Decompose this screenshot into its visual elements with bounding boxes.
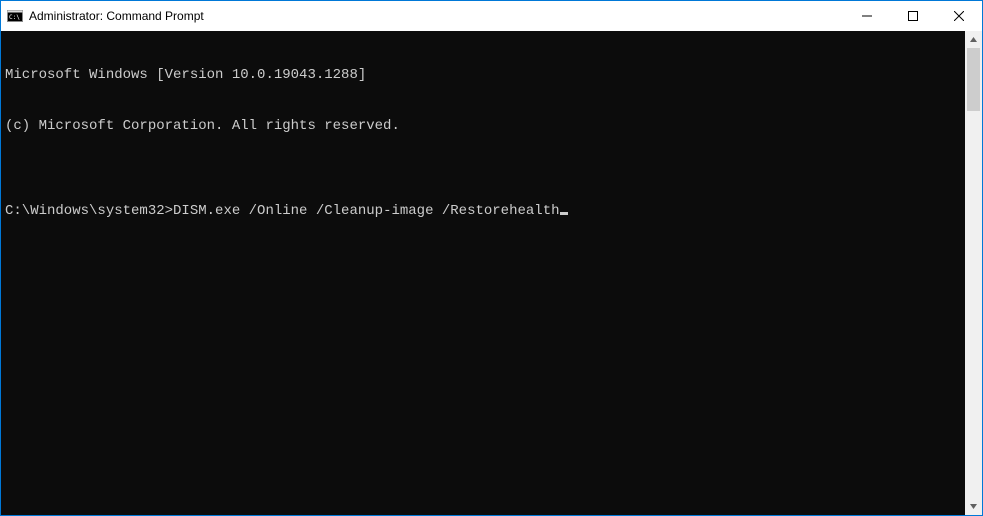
scroll-up-button[interactable]: [965, 31, 982, 48]
prompt-text: C:\Windows\system32>: [5, 203, 173, 219]
svg-text:C:\: C:\: [9, 14, 20, 21]
terminal-line: (c) Microsoft Corporation. All rights re…: [5, 118, 965, 135]
terminal-prompt-line: C:\Windows\system32>DISM.exe /Online /Cl…: [5, 203, 965, 220]
scroll-thumb[interactable]: [967, 48, 980, 111]
terminal-line: Microsoft Windows [Version 10.0.19043.12…: [5, 67, 965, 84]
vertical-scrollbar[interactable]: [965, 31, 982, 515]
command-prompt-window: C:\ Administrator: Command Prompt Micros…: [0, 0, 983, 516]
cursor-icon: [560, 212, 568, 215]
command-text: DISM.exe /Online /Cleanup-image /Restore…: [173, 203, 559, 219]
window-title: Administrator: Command Prompt: [29, 9, 204, 23]
close-button[interactable]: [936, 1, 982, 31]
minimize-button[interactable]: [844, 1, 890, 31]
scroll-down-button[interactable]: [965, 498, 982, 515]
maximize-button[interactable]: [890, 1, 936, 31]
scroll-track[interactable]: [965, 48, 982, 498]
client-area: Microsoft Windows [Version 10.0.19043.12…: [1, 31, 982, 515]
titlebar[interactable]: C:\ Administrator: Command Prompt: [1, 1, 982, 31]
cmd-icon: C:\: [7, 8, 23, 24]
terminal-output[interactable]: Microsoft Windows [Version 10.0.19043.12…: [1, 31, 965, 515]
